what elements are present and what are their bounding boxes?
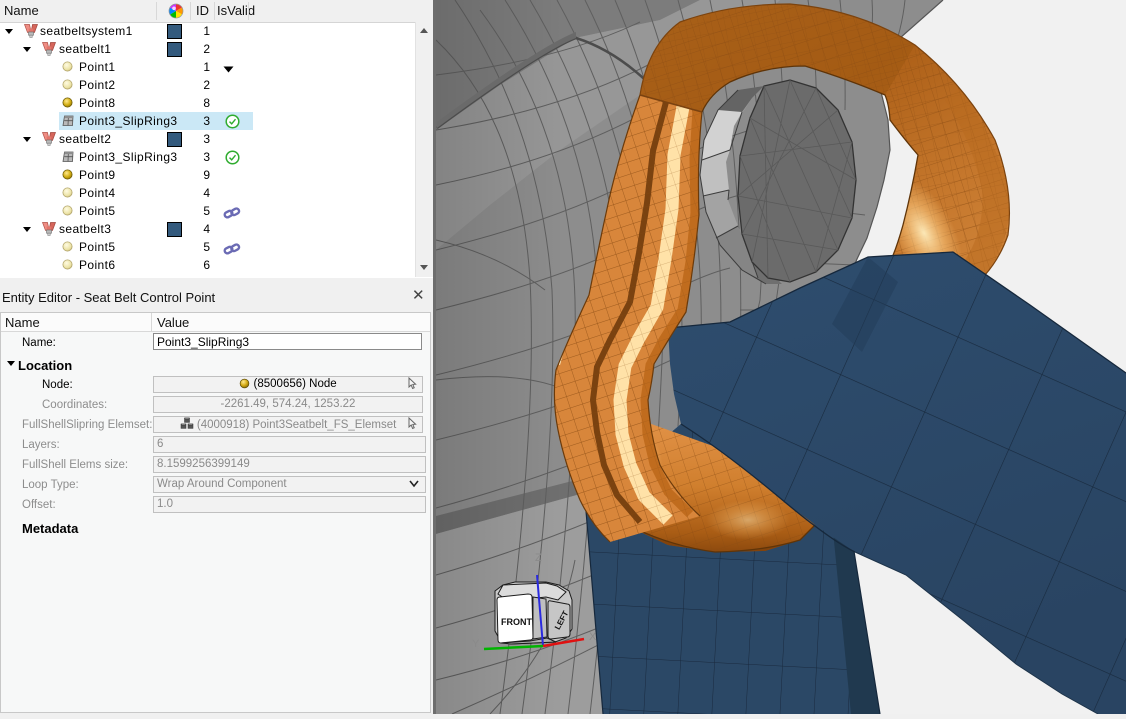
svg-text:Y: Y [472, 638, 480, 650]
svg-text:FRONT: FRONT [501, 617, 532, 627]
svg-text:Z: Z [535, 552, 542, 564]
svg-text:X: X [589, 631, 597, 643]
